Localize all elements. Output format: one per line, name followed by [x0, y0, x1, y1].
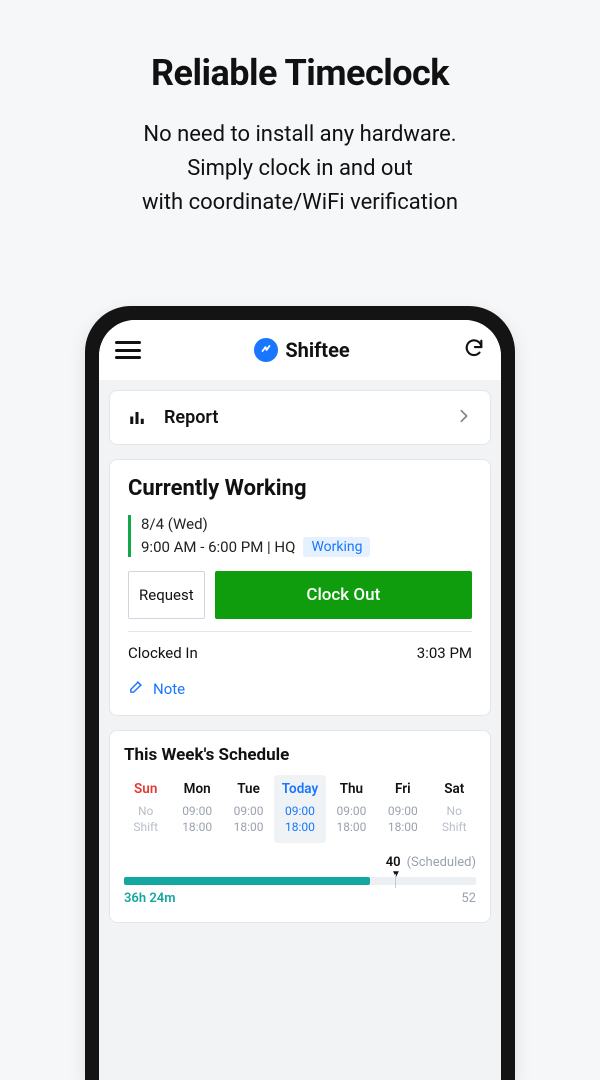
- divider: [128, 631, 472, 632]
- progress-section: 40 (Scheduled) ▼ 36h 24m 52: [120, 855, 480, 906]
- request-button[interactable]: Request: [128, 571, 205, 619]
- day-label: Tue: [223, 781, 274, 797]
- progress-fill: [124, 877, 370, 885]
- day-column[interactable]: Sun NoShift: [120, 775, 171, 843]
- day-times: NoShift: [429, 803, 480, 835]
- day-label: Mon: [171, 781, 222, 797]
- scheduled-label: 40 (Scheduled): [386, 855, 476, 870]
- day-column[interactable]: Today 09:0018:00: [274, 775, 325, 843]
- clocked-in-label: Clocked In: [128, 644, 198, 662]
- day-label: Today: [274, 781, 325, 797]
- day-times: 09:0018:00: [377, 803, 428, 835]
- app-brand-name: Shiftee: [285, 338, 349, 362]
- clocked-in-row: Clocked In 3:03 PM: [128, 644, 472, 662]
- progress-tick: [395, 874, 396, 888]
- promo-title: Reliable Timeclock: [24, 52, 576, 94]
- schedule-title: This Week's Schedule: [120, 745, 480, 775]
- report-row[interactable]: Report: [109, 390, 491, 445]
- worked-hours: 36h 24m: [124, 891, 176, 906]
- report-label: Report: [164, 407, 218, 428]
- clock-out-button[interactable]: Clock Out: [215, 571, 472, 619]
- promo-subtitle: No need to install any hardware. Simply …: [24, 118, 576, 220]
- shift-time-row: 9:00 AM - 6:00 PM | HQ Working: [141, 537, 472, 557]
- day-column[interactable]: Tue 09:0018:00: [223, 775, 274, 843]
- current-shift: 8/4 (Wed) 9:00 AM - 6:00 PM | HQ Working: [128, 515, 472, 557]
- day-times: NoShift: [120, 803, 171, 835]
- days-row: SunNoShiftMon09:0018:00Tue09:0018:00Toda…: [120, 775, 480, 843]
- day-times: 09:0018:00: [274, 803, 325, 835]
- menu-icon[interactable]: [115, 341, 141, 359]
- day-column[interactable]: Sat NoShift: [429, 775, 480, 843]
- phone-mock: Shiftee Report Currently Working: [85, 306, 515, 1080]
- shift-time: 9:00 AM - 6:00 PM | HQ: [141, 538, 295, 556]
- chevron-right-icon: [456, 408, 472, 428]
- note-button[interactable]: Note: [128, 678, 472, 703]
- day-times: 09:0018:00: [171, 803, 222, 835]
- schedule-card: This Week's Schedule SunNoShiftMon09:001…: [109, 730, 491, 923]
- logo-badge-icon: [254, 338, 278, 362]
- day-column[interactable]: Fri 09:0018:00: [377, 775, 428, 843]
- day-label: Fri: [377, 781, 428, 797]
- day-times: 09:0018:00: [326, 803, 377, 835]
- note-label: Note: [153, 680, 185, 698]
- day-label: Sat: [429, 781, 480, 797]
- day-column[interactable]: Thu 09:0018:00: [326, 775, 377, 843]
- day-column[interactable]: Mon 09:0018:00: [171, 775, 222, 843]
- max-hours: 52: [461, 891, 476, 906]
- day-label: Sun: [120, 781, 171, 797]
- app-top-bar: Shiftee: [99, 320, 501, 380]
- app-logo: Shiftee: [254, 338, 349, 362]
- status-title: Currently Working: [128, 476, 472, 501]
- clocked-in-time: 3:03 PM: [417, 644, 472, 662]
- status-card: Currently Working 8/4 (Wed) 9:00 AM - 6:…: [109, 459, 491, 716]
- progress-track: [124, 877, 476, 885]
- day-label: Thu: [326, 781, 377, 797]
- day-times: 09:0018:00: [223, 803, 274, 835]
- status-badge: Working: [303, 537, 370, 557]
- refresh-icon[interactable]: [463, 337, 485, 363]
- shift-date: 8/4 (Wed): [141, 515, 472, 533]
- promo-hero: Reliable Timeclock No need to install an…: [0, 0, 600, 262]
- edit-icon: [128, 678, 145, 699]
- bar-chart-icon: [128, 409, 146, 427]
